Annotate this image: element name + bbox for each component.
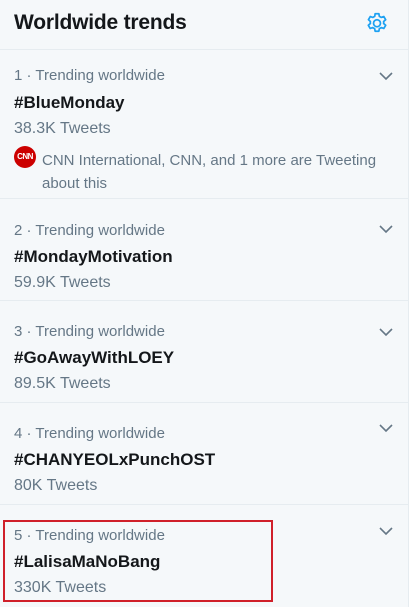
chevron-down-icon[interactable] [378, 421, 394, 433]
trend-item[interactable]: 5 · Trending worldwide #LalisaMaNoBang 3… [0, 505, 408, 607]
trend-meta: 4 · Trending worldwide [14, 425, 165, 442]
trend-name[interactable]: #LalisaMaNoBang [14, 552, 160, 572]
trend-name[interactable]: #BlueMonday [14, 93, 125, 113]
trend-tweet-count: 330K Tweets [14, 579, 107, 596]
trend-meta: 2 · Trending worldwide [14, 222, 165, 239]
chevron-down-icon[interactable] [378, 325, 394, 337]
trend-context-text: CNN International, CNN, and 1 more are T… [42, 152, 377, 192]
chevron-down-icon[interactable] [378, 69, 394, 81]
trends-header: Worldwide trends [0, 0, 408, 50]
trend-tweet-count: 38.3K Tweets [14, 120, 111, 137]
trend-name[interactable]: #GoAwayWithLOEY [14, 348, 174, 368]
trend-item[interactable]: 3 · Trending worldwide #GoAwayWithLOEY 8… [0, 301, 408, 403]
trend-meta: 5 · Trending worldwide [14, 527, 165, 544]
trends-panel: Worldwide trends 1 · Trending worldwide … [0, 0, 409, 607]
chevron-down-icon[interactable] [378, 222, 394, 234]
chevron-down-icon[interactable] [378, 524, 394, 536]
cnn-logo: CNN [14, 146, 36, 168]
panel-title: Worldwide trends [14, 11, 187, 34]
trend-item[interactable]: 1 · Trending worldwide #BlueMonday 38.3K… [0, 50, 408, 199]
trend-name[interactable]: #MondayMotivation [14, 247, 173, 267]
trend-name[interactable]: #CHANYEOLxPunchOST [14, 450, 215, 470]
trend-tweet-count: 59.9K Tweets [14, 274, 111, 291]
trend-item[interactable]: 4 · Trending worldwide #CHANYEOLxPunchOS… [0, 403, 408, 505]
trend-meta: 1 · Trending worldwide [14, 67, 165, 84]
trend-tweet-count: 80K Tweets [14, 477, 98, 494]
trend-tweet-count: 89.5K Tweets [14, 375, 111, 392]
trend-meta: 3 · Trending worldwide [14, 323, 165, 340]
trend-item[interactable]: 2 · Trending worldwide #MondayMotivation… [0, 199, 408, 301]
gear-icon[interactable] [364, 11, 390, 37]
